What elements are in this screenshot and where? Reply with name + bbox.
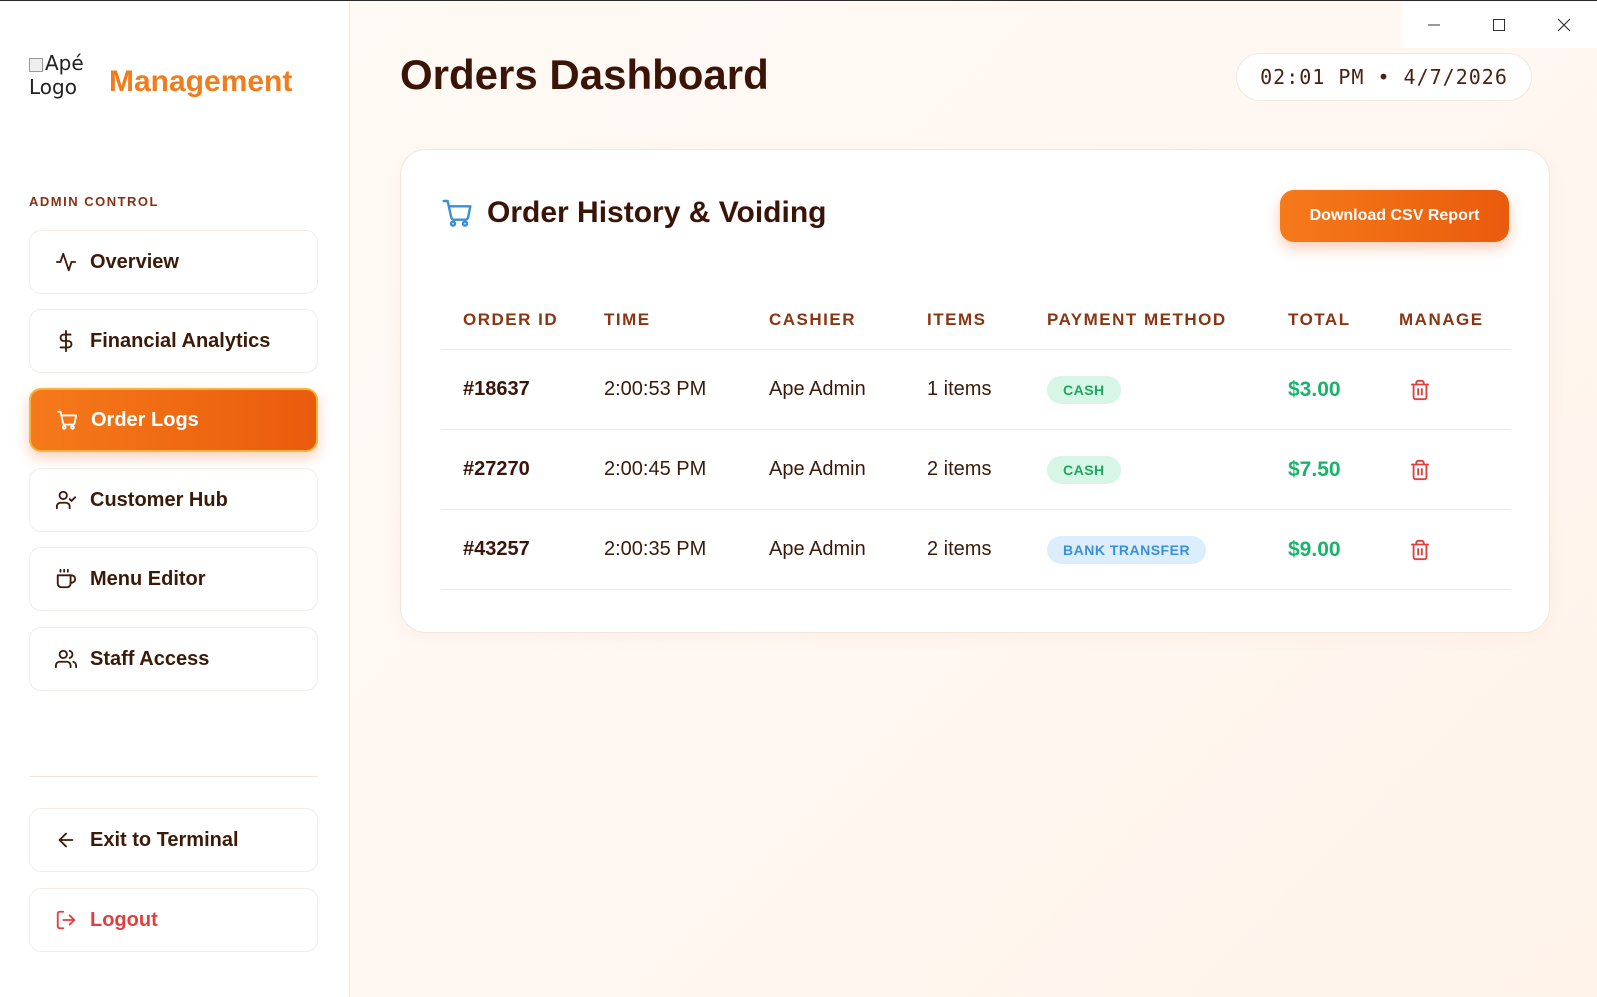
sidebar-item-label: Order Logs xyxy=(91,408,199,431)
minimize-button[interactable] xyxy=(1401,2,1466,48)
logo-image: Apé Logo xyxy=(29,51,99,99)
order-time: 2:00:53 PM xyxy=(604,378,707,400)
order-time: 2:00:45 PM xyxy=(604,458,707,480)
payment-method-cell: CASH xyxy=(1047,350,1121,429)
maximize-button[interactable] xyxy=(1466,2,1531,48)
close-icon xyxy=(1557,18,1571,32)
app-window: Apé Logo Management ADMIN CONTROL Overvi… xyxy=(0,0,1597,997)
payment-method-cell: BANK TRANSFER xyxy=(1047,510,1207,589)
close-button[interactable] xyxy=(1532,2,1597,48)
logout-label: Logout xyxy=(90,908,158,931)
window-controls xyxy=(1401,2,1597,48)
order-cashier: Ape Admin xyxy=(769,458,866,480)
card-title: Order History & Voiding xyxy=(487,196,827,229)
section-label: ADMIN CONTROL xyxy=(29,194,159,209)
logout-icon xyxy=(54,908,78,932)
column-header-order-id: ORDER ID xyxy=(463,310,559,329)
cart-icon xyxy=(442,199,472,227)
payment-badge: BANK TRANSFER xyxy=(1047,535,1207,564)
user-check-icon xyxy=(54,488,78,512)
order-cashier: Ape Admin xyxy=(769,538,866,560)
cart-icon xyxy=(55,408,79,432)
table-row: #43257 2:00:35 PM Ape Admin 2 items BANK… xyxy=(441,510,1511,590)
sidebar-item-label: Financial Analytics xyxy=(90,329,271,352)
column-header-items: ITEMS xyxy=(927,310,987,329)
users-icon xyxy=(54,647,78,671)
void-order-button[interactable] xyxy=(1409,430,1431,509)
order-total: $9.00 xyxy=(1288,537,1341,561)
exit-to-terminal-button[interactable]: Exit to Terminal xyxy=(29,808,318,872)
sidebar-item-staff-access[interactable]: Staff Access xyxy=(29,627,318,691)
order-cashier: Ape Admin xyxy=(769,378,866,400)
order-total: $7.50 xyxy=(1288,457,1341,481)
order-id: #27270 xyxy=(463,458,530,480)
sidebar-divider xyxy=(29,776,318,777)
table-row: #27270 2:00:45 PM Ape Admin 2 items CASH… xyxy=(441,430,1511,510)
coffee-icon xyxy=(54,567,78,591)
order-items: 1 items xyxy=(927,378,992,400)
maximize-icon xyxy=(1492,19,1505,31)
exit-label: Exit to Terminal xyxy=(90,828,239,851)
sidebar-item-label: Staff Access xyxy=(90,647,210,670)
card-header: Order History & Voiding xyxy=(441,196,826,230)
activity-icon xyxy=(54,250,78,274)
payment-badge: CASH xyxy=(1047,455,1121,484)
order-total: $3.00 xyxy=(1288,377,1341,401)
logo-alt-text-2: Logo xyxy=(29,75,77,99)
void-order-button[interactable] xyxy=(1409,510,1431,589)
column-header-total: TOTAL xyxy=(1288,310,1351,329)
payment-method-cell: CASH xyxy=(1047,430,1121,509)
trash-icon xyxy=(1410,459,1430,480)
sidebar-item-order-logs[interactable]: Order Logs xyxy=(29,388,318,452)
void-order-button[interactable] xyxy=(1409,350,1431,429)
column-header-time: TIME xyxy=(604,310,651,329)
column-header-manage: MANAGE xyxy=(1399,310,1484,329)
brand: Apé Logo Management xyxy=(29,51,292,99)
column-header-payment-method: PAYMENT METHOD xyxy=(1047,310,1227,329)
logout-button[interactable]: Logout xyxy=(29,888,318,952)
sidebar-item-label: Overview xyxy=(90,250,179,273)
sidebar-item-label: Menu Editor xyxy=(90,567,206,590)
sidebar-item-label: Customer Hub xyxy=(90,488,228,511)
order-items: 2 items xyxy=(927,538,992,560)
broken-image-icon xyxy=(29,57,43,72)
column-header-cashier: CASHIER xyxy=(769,310,857,329)
order-id: #43257 xyxy=(463,538,530,560)
trash-icon xyxy=(1410,539,1430,560)
sidebar: Apé Logo Management ADMIN CONTROL Overvi… xyxy=(0,2,350,997)
minimize-icon xyxy=(1427,24,1440,26)
clock-display: 02:01 PM • 4/7/2026 xyxy=(1236,53,1532,101)
order-items: 2 items xyxy=(927,458,992,480)
logo-alt-text: Apé xyxy=(45,51,84,75)
trash-icon xyxy=(1410,379,1430,400)
order-id: #18637 xyxy=(463,378,530,400)
order-history-card: Order History & Voiding Download CSV Rep… xyxy=(400,149,1550,633)
order-time: 2:00:35 PM xyxy=(604,538,707,560)
sidebar-item-overview[interactable]: Overview xyxy=(29,230,318,294)
sidebar-item-customer-hub[interactable]: Customer Hub xyxy=(29,468,318,532)
dollar-icon xyxy=(54,329,78,353)
brand-title: Management xyxy=(109,65,293,98)
sidebar-item-financial-analytics[interactable]: Financial Analytics xyxy=(29,309,318,373)
table-row: #18637 2:00:53 PM Ape Admin 1 items CASH… xyxy=(441,350,1511,430)
sidebar-item-menu-editor[interactable]: Menu Editor xyxy=(29,547,318,611)
payment-badge: CASH xyxy=(1047,375,1121,404)
arrow-left-icon xyxy=(54,828,78,852)
download-csv-button[interactable]: Download CSV Report xyxy=(1280,190,1509,242)
page-title: Orders Dashboard xyxy=(400,51,769,98)
